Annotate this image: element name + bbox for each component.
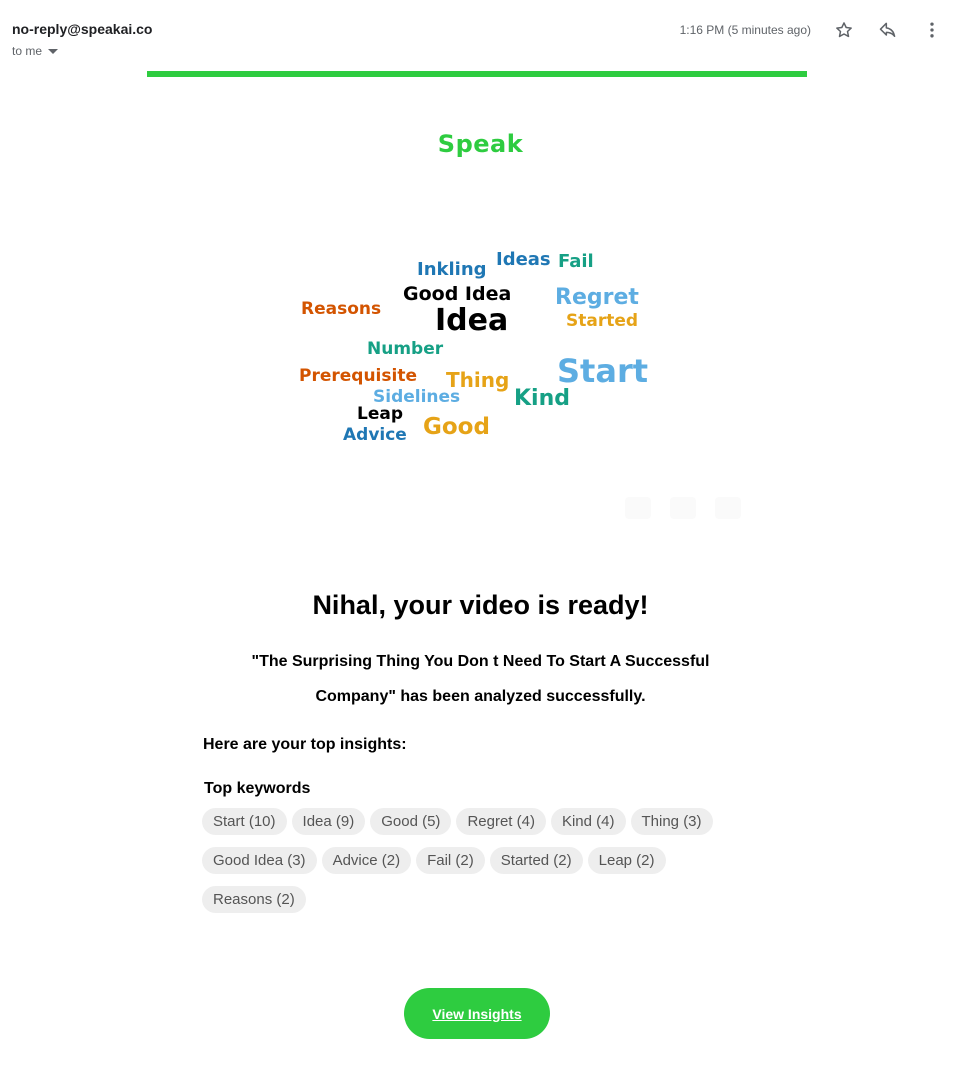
faint-placeholder [670,497,696,519]
cloud-word: Started [566,311,639,331]
keyword-chip[interactable]: Regret (4) [456,808,546,835]
keyword-chip[interactable]: Reasons (2) [202,886,306,913]
keyword-chip[interactable]: Good (5) [370,808,452,835]
keyword-chip[interactable]: Start (10) [202,808,287,835]
word-cloud-image: Inkling Ideas Fail Good Idea Regret Reas… [0,0,961,560]
keyword-chip-list: Start (10) Idea (9) Good (5) Regret (4) … [202,808,762,913]
cloud-word: Leap [357,404,404,424]
analysis-message-line-2: Company" has been analyzed successfully. [315,688,646,705]
cloud-word: Ideas [496,249,551,270]
keyword-chip[interactable]: Good Idea (3) [202,847,317,874]
insights-title: Here are your top insights: [203,736,407,753]
keywords-title: Top keywords [204,780,311,797]
keyword-chip[interactable]: Thing (3) [630,808,713,835]
view-insights-button[interactable]: View Insights [404,988,550,1039]
cloud-word: Idea [435,303,509,338]
cloud-word: Advice [343,425,407,445]
cloud-word: Regret [555,285,639,310]
cloud-word: Reasons [301,299,382,319]
cloud-word: Inkling [417,259,487,280]
cloud-word: Prerequisite [299,366,417,386]
keyword-chip[interactable]: Advice (2) [321,847,412,874]
cloud-word: Good Idea [403,283,512,305]
faint-placeholder [715,497,741,519]
faint-placeholder [625,497,651,519]
cloud-word: Kind [514,386,570,411]
keyword-chip[interactable]: Started (2) [489,847,583,874]
keyword-chip[interactable]: Kind (4) [550,808,626,835]
analysis-message-line-1: "The Surprising Thing You Don t Need To … [251,653,710,670]
keyword-chip[interactable]: Leap (2) [587,847,666,874]
cloud-word: Start [557,352,649,390]
cloud-word: Fail [558,251,594,272]
headline: Nihal, your video is ready! [312,590,649,620]
cloud-word: Number [367,339,444,359]
cloud-word: Good [423,414,490,440]
keyword-chip[interactable]: Fail (2) [416,847,485,874]
keyword-chip[interactable]: Idea (9) [291,808,366,835]
